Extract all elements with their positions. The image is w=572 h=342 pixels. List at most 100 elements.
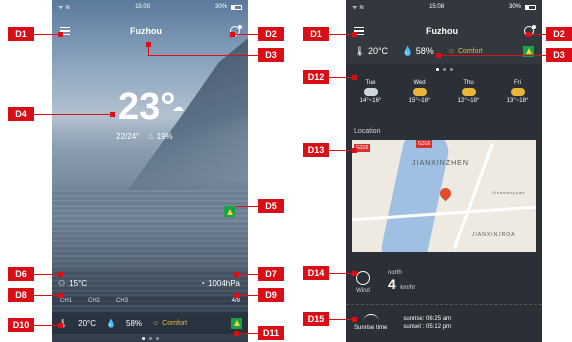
compass-icon: [356, 270, 370, 285]
callout-d9: D9: [258, 288, 284, 302]
callout-d8: D8: [8, 288, 34, 302]
callout-d1: D1: [8, 27, 34, 41]
sun-cloud-icon: [461, 88, 476, 96]
map-route-tag-2: G316: [416, 140, 433, 148]
map-small-label: Jinshanyuan: [492, 190, 526, 195]
weather-alert-icon[interactable]: [224, 206, 235, 217]
channel-3[interactable]: CH3: [116, 298, 128, 304]
callout-d2-b: D2: [546, 27, 572, 41]
callout-dot: [234, 293, 239, 298]
sunrise-label: Sunrise time: [354, 325, 388, 331]
callout-dot: [110, 112, 115, 117]
sensor-humidity-2-value: 58%: [415, 45, 434, 56]
forecast-range: 12°~18°: [457, 98, 480, 104]
city-title[interactable]: Fuzhou: [130, 26, 162, 36]
sensor-summary-row: 🌡 20°C 💧 58% ☺ Comfort: [346, 42, 542, 60]
humidity-now: ♨ 19%: [147, 132, 173, 141]
forecast-day: Thu 12°~18°: [458, 80, 480, 120]
map-area-label: JIANXINZHEN: [412, 160, 469, 167]
humidity-icon: 💧: [106, 318, 116, 328]
city-title-2[interactable]: Fuzhou: [426, 26, 458, 36]
callout-line: [34, 274, 60, 275]
sensor-humidity: 58%: [126, 318, 143, 328]
callout-line: [34, 325, 60, 326]
callout-d14: D14: [303, 266, 329, 280]
callout-line: [236, 274, 258, 275]
page-indicator-2: [346, 68, 542, 71]
forecast-range: 14°~16°: [359, 98, 382, 104]
map-area-label-2: JIANXINJROA: [472, 232, 516, 238]
callout-line: [438, 55, 546, 56]
temp-range: 22/24°: [116, 132, 140, 141]
wind-value-group: north 4 km/hr: [388, 270, 415, 294]
detail-weather-screen: ᯤ ≋ 15:08 30% Fuzhou 🌡 20°C 💧 58% ☺ Comf…: [346, 0, 542, 342]
forecast-day: Tue 14°~16°: [360, 80, 382, 120]
battery-icon: [231, 4, 242, 10]
callout-line: [236, 333, 258, 334]
callout-d2: D2: [258, 27, 284, 41]
callout-dot: [352, 75, 357, 80]
callout-line: [329, 319, 354, 320]
forecast-day-label: Wed: [413, 80, 426, 86]
sensor-humidity-2: 💧 58%: [402, 45, 434, 56]
temp-range-row: 22/24° ♨ 19%: [116, 132, 173, 141]
status-bar-2: ᯤ ≋ 15:08 30%: [346, 0, 542, 14]
channel-row: CH1 CH2 CH3 4/8: [52, 296, 248, 305]
callout-line: [236, 206, 258, 207]
sensor-summary-bar: 🌡 20°C 💧 58% ☺ Comfort: [52, 312, 248, 334]
callout-dot: [352, 32, 357, 37]
callout-line: [236, 295, 258, 296]
callout-dot: [352, 271, 357, 276]
sensor-temp: 20°C: [78, 318, 97, 328]
current-temperature: 23°: [118, 86, 176, 128]
forecast-row: Tue 14°~16° Wed 15°~18° Thu 12°~18° Fri 13°~…: [346, 80, 542, 120]
sensor-temp-2: 🌡 20°C: [354, 45, 389, 56]
callout-dot: [436, 53, 441, 58]
sun-times: sunrise: 06:25 am sunset : 05:12 pm: [403, 316, 451, 330]
gauge-icon: ◔: [200, 279, 205, 288]
battery-text-2: 30%: [508, 4, 521, 10]
forecast-day-label: Thu: [463, 80, 474, 86]
page-indicator: [52, 337, 248, 340]
status-time: 15:00: [135, 4, 151, 10]
forecast-range: 15°~18°: [408, 98, 431, 104]
callout-dot: [58, 323, 63, 328]
forecast-day-label: Fri: [514, 80, 521, 86]
callout-line: [34, 114, 112, 115]
location-map[interactable]: JIANXINZHEN JIANXINJROA G316 G316 Jinsha…: [352, 140, 536, 252]
status-bar: ᯤ ≋ 15:00 30%: [52, 0, 248, 14]
sunrise-time: sunrise: 06:25 am: [403, 315, 452, 322]
callout-d3-b: D3: [546, 48, 572, 62]
sunrise-label-group: Sunrise time: [354, 314, 387, 331]
callout-dot: [146, 42, 151, 47]
humidity-now-value: 19%: [156, 132, 173, 141]
callout-d1-b: D1: [303, 27, 329, 41]
channel-1[interactable]: CH1: [60, 298, 72, 304]
callout-dot: [526, 32, 531, 37]
signal-icon-2: ᯤ ≋: [352, 5, 365, 11]
sunrise-icon: [362, 314, 379, 322]
manual-diagram: ᯤ ≋ 15:00 30% Fuzhou 23° ☁ 22/24° ♨ 19% …: [0, 0, 572, 342]
alert-tick-icon[interactable]: [231, 317, 242, 329]
forecast-day: Fri 13°~18°: [507, 80, 529, 120]
map-road: [352, 205, 536, 222]
callout-d4: D4: [8, 107, 34, 121]
comfort-label-2: Comfort: [457, 47, 483, 55]
callout-dot: [230, 32, 235, 37]
callout-line: [232, 34, 258, 35]
callout-d13: D13: [303, 143, 329, 157]
callout-line: [34, 34, 60, 35]
callout-dot: [352, 148, 357, 153]
comfort-indicator-2: ☺ Comfort: [447, 47, 483, 55]
person-icon: ⚇: [58, 279, 66, 288]
status-time-2: 15:08: [429, 4, 445, 10]
smile-icon: ☺: [152, 319, 160, 327]
callout-dot: [58, 32, 63, 37]
callout-d11: D11: [258, 326, 284, 340]
callout-dot: [234, 331, 239, 336]
callout-dot: [234, 272, 239, 277]
cloud-icon: [363, 88, 378, 96]
callout-line: [148, 55, 258, 56]
channel-2[interactable]: CH2: [88, 298, 100, 304]
channel-page: 4/8: [231, 297, 240, 304]
